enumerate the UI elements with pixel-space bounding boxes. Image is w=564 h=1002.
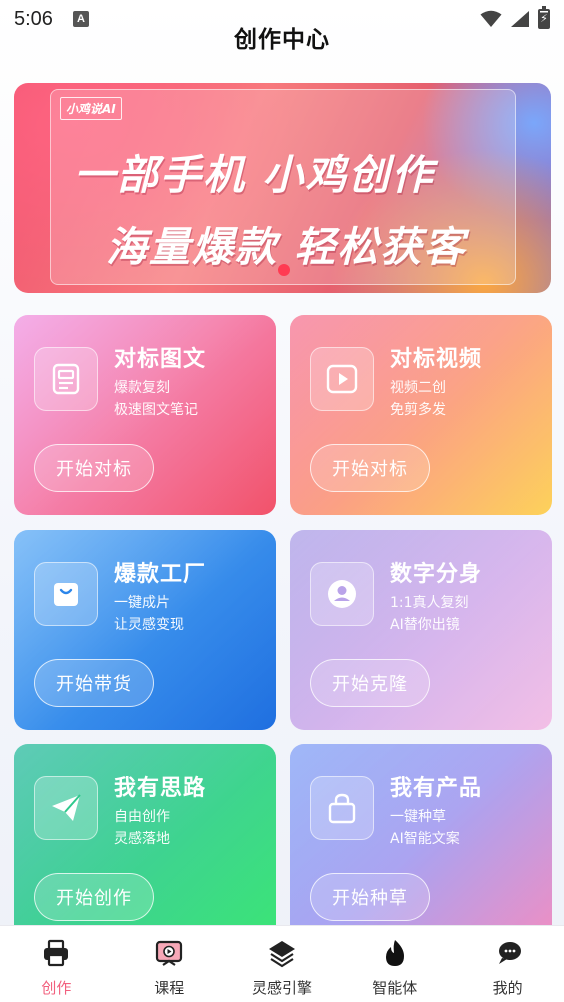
- nav-item-profile[interactable]: 我的: [451, 926, 564, 1002]
- card-title: 对标视频: [390, 347, 483, 372]
- start-creating-button[interactable]: 开始创作: [34, 873, 154, 921]
- card-digital-avatar[interactable]: 数字分身 1:1真人复刻 AI替你出镜 开始克隆: [290, 530, 552, 730]
- start-selling-button[interactable]: 开始带货: [34, 659, 154, 707]
- carousel-indicator[interactable]: [278, 264, 290, 276]
- nav-label: 我的: [492, 979, 523, 997]
- card-title: 对标图文: [114, 347, 207, 372]
- start-benchmark-article-button[interactable]: 开始对标: [34, 444, 154, 492]
- card-subtitle: 爆款复刻: [114, 380, 170, 396]
- card-subtitle: 1:1真人复刻: [390, 595, 469, 611]
- card-title: 我有思路: [114, 776, 207, 801]
- card-subtitle: 自由创作: [114, 809, 170, 825]
- printer-icon: [44, 939, 69, 967]
- card-subtitle: 让灵感变现: [114, 617, 184, 633]
- nav-label: 创作: [41, 979, 72, 997]
- banner-logo: 小鸡说AI: [60, 97, 122, 120]
- card-my-idea[interactable]: 我有思路 自由创作 灵感落地 开始创作: [14, 744, 276, 944]
- nav-label: 智能体: [372, 979, 418, 997]
- start-seeding-button[interactable]: 开始种草: [310, 873, 430, 921]
- shopping-bag-icon: [34, 562, 98, 626]
- chat-bubbles-icon: [498, 942, 521, 964]
- card-subtitle: 一键成片: [114, 595, 170, 611]
- card-benchmark-article[interactable]: 对标图文 爆款复刻 极速图文笔记 开始对标: [14, 315, 276, 515]
- card-subtitle: 视频二创: [390, 380, 446, 396]
- nav-label: 灵感引擎: [251, 979, 312, 997]
- card-title: 爆款工厂: [114, 562, 207, 587]
- flame-icon: [385, 940, 404, 966]
- document-icon: [34, 347, 98, 411]
- card-subtitle: 极速图文笔记: [114, 402, 198, 418]
- card-subtitle: AI替你出镜: [390, 617, 460, 633]
- card-title: 数字分身: [390, 562, 483, 587]
- card-my-product[interactable]: 我有产品 一键种草 AI智能文案 开始种草: [290, 744, 552, 944]
- user-avatar-icon: [310, 562, 374, 626]
- card-subtitle: 免剪多发: [390, 402, 446, 418]
- start-cloning-button[interactable]: 开始克隆: [310, 659, 430, 707]
- nav-label: 课程: [154, 979, 185, 997]
- layers-icon: [268, 941, 295, 968]
- page-title: 创作中心: [234, 27, 330, 53]
- promo-banner[interactable]: 小鸡说AI 一部手机 小鸡创作 海量爆款 轻松获客: [14, 83, 551, 293]
- card-benchmark-video[interactable]: 对标视频 视频二创 免剪多发 开始对标: [290, 315, 552, 515]
- start-benchmark-video-button[interactable]: 开始对标: [310, 444, 430, 492]
- paper-plane-icon: [34, 776, 98, 840]
- lock-bag-icon: [310, 776, 374, 840]
- nav-item-inspiration-engine[interactable]: 灵感引擎: [226, 926, 339, 1002]
- card-subtitle: 灵感落地: [114, 831, 170, 847]
- banner-headline: 一部手机 小鸡创作: [74, 151, 435, 199]
- nav-item-agents[interactable]: 智能体: [338, 926, 451, 1002]
- card-title: 我有产品: [390, 776, 483, 801]
- card-hit-factory[interactable]: 爆款工厂 一键成片 让灵感变现 开始带货: [14, 530, 276, 730]
- play-icon: [310, 347, 374, 411]
- bottom-navigation: 创作 课程 灵感引擎 智能体 我的: [0, 925, 564, 1002]
- card-subtitle: AI智能文案: [390, 831, 460, 847]
- card-subtitle: 一键种草: [390, 809, 446, 825]
- nav-item-courses[interactable]: 课程: [113, 926, 226, 1002]
- nav-item-create[interactable]: 创作: [0, 926, 113, 1002]
- video-course-icon: [156, 940, 183, 966]
